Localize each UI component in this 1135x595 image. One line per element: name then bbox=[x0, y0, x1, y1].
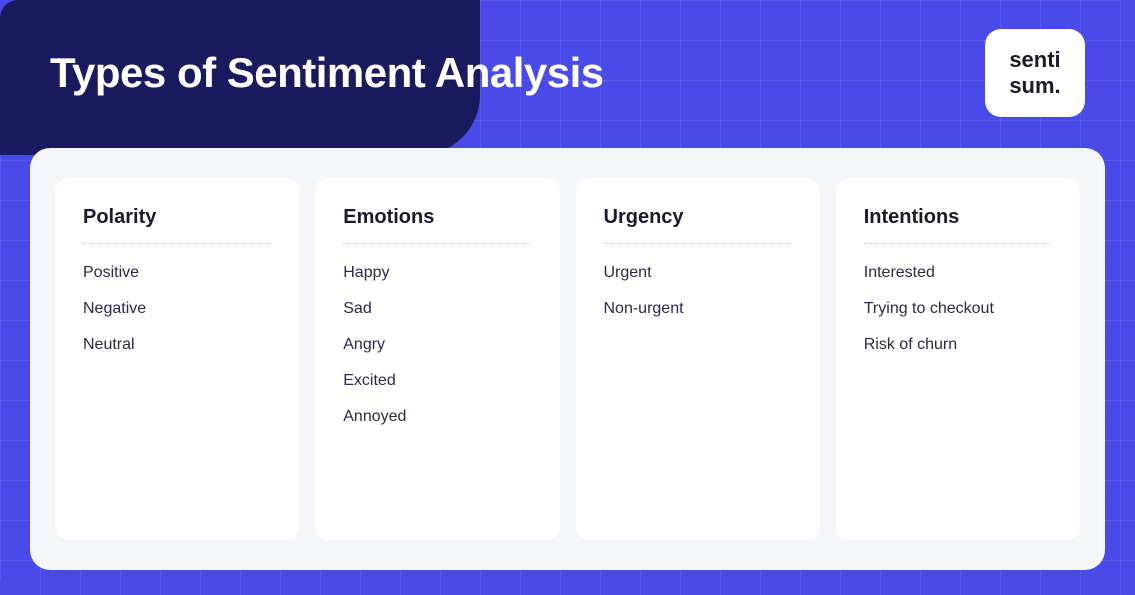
card-title-urgency: Urgency bbox=[604, 206, 792, 229]
card-divider-emotions bbox=[343, 243, 531, 244]
list-item: Excited bbox=[343, 372, 531, 390]
card-title-polarity: Polarity bbox=[83, 206, 271, 229]
page-title: Types of Sentiment Analysis bbox=[50, 49, 604, 97]
list-item: Trying to checkout bbox=[864, 300, 1052, 318]
logo: sentisum. bbox=[985, 29, 1085, 117]
list-item: Annoyed bbox=[343, 408, 531, 426]
list-item: Risk of churn bbox=[864, 336, 1052, 354]
header: Types of Sentiment Analysis sentisum. bbox=[0, 0, 1135, 145]
card-urgency: Urgency Urgent Non-urgent bbox=[576, 178, 820, 540]
card-items-intentions: Interested Trying to checkout Risk of chur… bbox=[864, 264, 1052, 354]
list-item: Non-urgent bbox=[604, 300, 792, 318]
card-emotions: Emotions Happy Sad Angry Excited Annoyed bbox=[315, 178, 559, 540]
card-intentions: Intentions Interested Trying to checkout Ri… bbox=[836, 178, 1080, 540]
list-item: Interested bbox=[864, 264, 1052, 282]
card-items-emotions: Happy Sad Angry Excited Annoyed bbox=[343, 264, 531, 426]
card-divider-urgency bbox=[604, 243, 792, 244]
card-polarity: Polarity Positive Negative Neutral bbox=[55, 178, 299, 540]
card-title-emotions: Emotions bbox=[343, 206, 531, 229]
list-item: Positive bbox=[83, 264, 271, 282]
list-item: Sad bbox=[343, 300, 531, 318]
content-area: Polarity Positive Negative Neutral Emotions H… bbox=[30, 148, 1105, 570]
page-container: Types of Sentiment Analysis sentisum. Po… bbox=[0, 0, 1135, 595]
logo-text: sentisum. bbox=[1009, 47, 1060, 98]
card-title-intentions: Intentions bbox=[864, 206, 1052, 229]
list-item: Urgent bbox=[604, 264, 792, 282]
card-items-urgency: Urgent Non-urgent bbox=[604, 264, 792, 318]
list-item: Happy bbox=[343, 264, 531, 282]
list-item: Angry bbox=[343, 336, 531, 354]
card-items-polarity: Positive Negative Neutral bbox=[83, 264, 271, 354]
list-item: Neutral bbox=[83, 336, 271, 354]
list-item: Negative bbox=[83, 300, 271, 318]
card-divider-intentions bbox=[864, 243, 1052, 244]
card-divider-polarity bbox=[83, 243, 271, 244]
